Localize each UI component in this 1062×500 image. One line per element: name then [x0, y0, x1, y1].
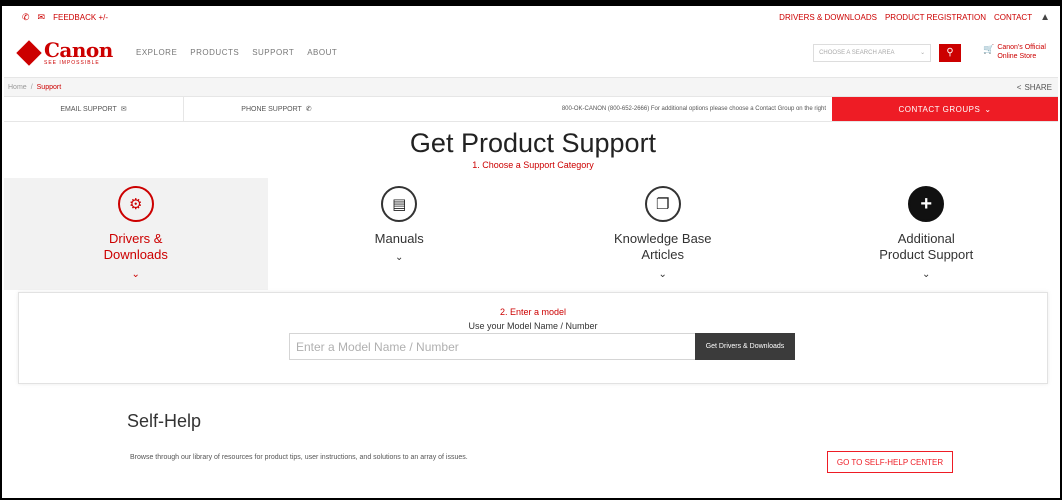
category-label-line2: Articles: [641, 247, 685, 263]
model-instructions: Use your Model Name / Number: [468, 321, 598, 331]
plus-icon: +: [908, 186, 945, 222]
model-entry-panel: 2. Enter a model Use your Model Name / N…: [18, 292, 1048, 384]
support-categories: ⚙ Drivers & Downloads ⌄ ▤ Manuals ⌄ ❐ Kn…: [4, 178, 1058, 290]
logo-wordmark: Canon: [44, 37, 113, 62]
email-icon[interactable]: ✉: [38, 12, 46, 23]
share-button[interactable]: < SHARE: [1017, 83, 1052, 92]
breadcrumb: Home / Support < SHARE: [4, 78, 1058, 96]
phone-support-label: PHONE SUPPORT: [241, 105, 302, 113]
phone-icon: ✆: [305, 106, 312, 113]
contact-groups-label: CONTACT GROUPS: [898, 104, 981, 114]
self-help-description: Browse through our library of resources …: [130, 454, 468, 461]
contact-link[interactable]: CONTACT: [994, 13, 1032, 22]
nav-support[interactable]: SUPPORT: [252, 48, 294, 57]
share-icon: <: [1016, 82, 1022, 92]
chevron-down-icon: ⌄: [922, 268, 931, 280]
store-line-1: Canon's Official: [997, 44, 1046, 52]
category-label-line2: Product Support: [879, 247, 974, 263]
feedback-link[interactable]: FEEDBACK +/-: [53, 13, 108, 22]
phone-support-info: 800-OK-CANON (800-652-2666) For addition…: [561, 106, 826, 112]
copy-icon: ❐: [644, 186, 681, 222]
category-label-line1: Additional: [897, 231, 955, 246]
canon-logo[interactable]: Canon SEE IMPOSSIBLE: [16, 37, 120, 66]
phone-icon[interactable]: ✆: [22, 12, 30, 23]
search-area-placeholder: CHOOSE A SEARCH AREA: [819, 49, 895, 56]
breadcrumb-separator: /: [30, 83, 33, 91]
online-store-link[interactable]: 🛒 Canon's Official Online Store: [983, 44, 1046, 61]
utility-bar: ✆ ✉ FEEDBACK +/- DRIVERS & DOWNLOADS PRO…: [4, 6, 1058, 28]
logo-mark-icon: [16, 39, 42, 66]
search-button[interactable]: ⚲: [939, 43, 962, 62]
category-label-line1: Drivers &: [109, 231, 163, 246]
cart-icon: 🛒: [983, 44, 995, 55]
category-knowledge-base[interactable]: ❐ Knowledge Base Articles ⌄: [531, 178, 795, 290]
book-icon: ▤: [381, 186, 418, 222]
breadcrumb-home[interactable]: Home: [8, 84, 27, 91]
search-area-select[interactable]: CHOOSE A SEARCH AREA ⌄: [813, 43, 932, 62]
category-label-line1: Knowledge Base: [613, 231, 712, 246]
search-icon: ⚲: [946, 47, 954, 58]
model-search-input[interactable]: [289, 333, 695, 360]
phone-support-button[interactable]: PHONE SUPPORT ✆: [184, 97, 369, 121]
store-line-2: Online Store: [997, 52, 1037, 60]
self-help-center-button[interactable]: GO TO SELF-HELP CENTER: [827, 451, 953, 473]
chevron-down-icon: ⌄: [658, 268, 667, 280]
search-area: CHOOSE A SEARCH AREA ⌄ ⚲: [813, 43, 962, 62]
main-nav: EXPLORE PRODUCTS SUPPORT ABOUT: [136, 48, 337, 57]
chevron-down-icon: ⌄: [984, 104, 992, 114]
main-header: Canon SEE IMPOSSIBLE EXPLORE PRODUCTS SU…: [4, 28, 1058, 78]
drivers-downloads-link[interactable]: DRIVERS & DOWNLOADS: [779, 13, 877, 22]
nav-explore[interactable]: EXPLORE: [136, 48, 177, 57]
email-support-label: EMAIL SUPPORT: [60, 105, 117, 113]
chevron-down-icon: ⌄: [395, 252, 404, 264]
support-bar: EMAIL SUPPORT ✉ PHONE SUPPORT ✆ 800-OK-C…: [4, 96, 1058, 122]
step-2-label: 2. Enter a model: [499, 307, 567, 317]
nav-products[interactable]: PRODUCTS: [190, 48, 239, 57]
category-manuals[interactable]: ▤ Manuals ⌄: [268, 178, 532, 290]
breadcrumb-support[interactable]: Support: [37, 84, 62, 91]
gears-icon: ⚙: [117, 186, 154, 222]
chevron-down-icon: ⌄: [920, 50, 926, 56]
category-additional-support[interactable]: + Additional Product Support ⌄: [795, 178, 1059, 290]
email-support-button[interactable]: EMAIL SUPPORT ✉: [4, 97, 184, 121]
contact-groups-button[interactable]: CONTACT GROUPS ⌄: [832, 97, 1058, 121]
page-frame: ✆ ✉ FEEDBACK +/- DRIVERS & DOWNLOADS PRO…: [0, 0, 1062, 500]
logo-tagline: SEE IMPOSSIBLE: [44, 59, 100, 66]
nav-about[interactable]: ABOUT: [307, 48, 337, 57]
get-drivers-button[interactable]: Get Drivers & Downloads: [695, 333, 795, 360]
chevron-down-icon: ⌄: [131, 268, 140, 280]
self-help-heading: Self-Help: [127, 411, 202, 431]
step-1-label: 1. Choose a Support Category: [472, 160, 594, 170]
product-registration-link[interactable]: PRODUCT REGISTRATION: [885, 13, 986, 22]
share-label: SHARE: [1024, 82, 1052, 92]
category-label-line2: Downloads: [103, 247, 168, 263]
category-label-line1: Manuals: [374, 231, 424, 246]
user-icon[interactable]: ▲: [1040, 12, 1050, 23]
category-drivers-downloads[interactable]: ⚙ Drivers & Downloads ⌄: [4, 178, 268, 290]
envelope-icon: ✉: [120, 106, 127, 113]
page-title: Get Product Support: [409, 128, 657, 158]
